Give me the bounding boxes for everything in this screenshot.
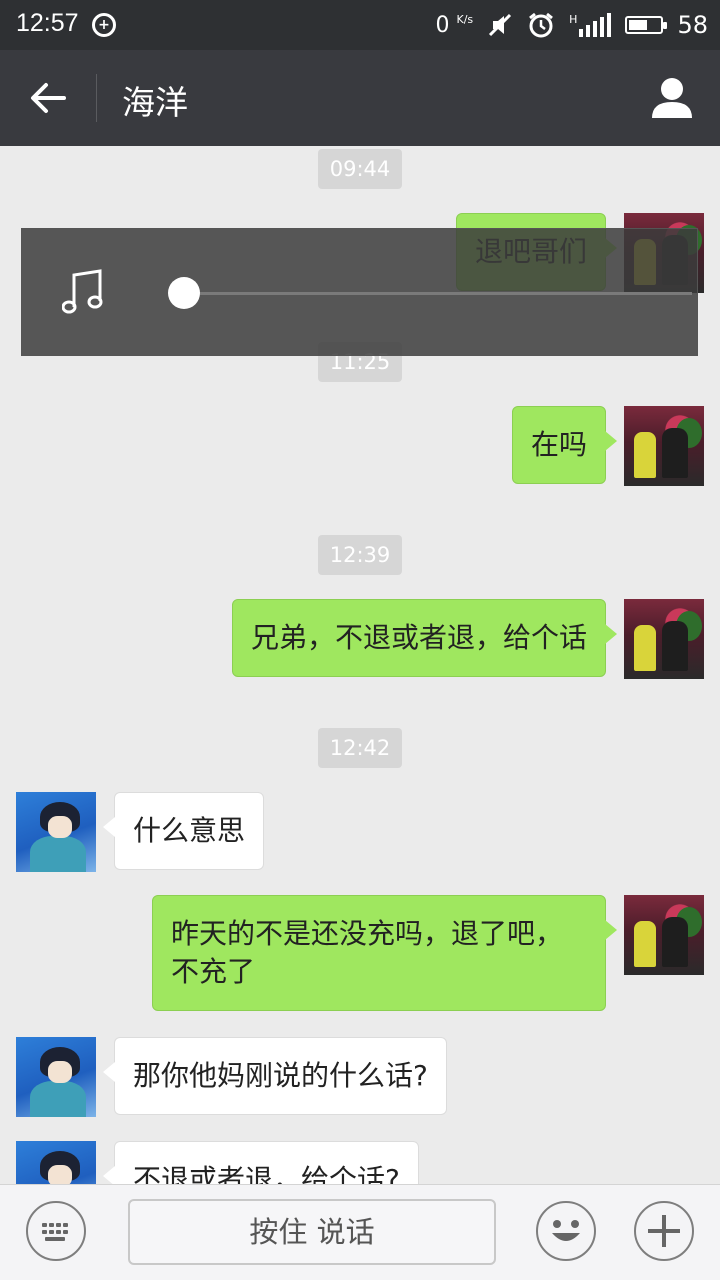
emoji-button[interactable]	[536, 1201, 596, 1261]
avatar[interactable]	[16, 1037, 96, 1117]
message-received[interactable]: 那你他妈刚说的什么话?	[103, 1037, 447, 1115]
message-sent[interactable]: 在吗	[511, 406, 618, 484]
playback-track[interactable]	[172, 292, 692, 295]
playback-slider-handle[interactable]	[168, 277, 200, 309]
keyboard-icon	[42, 1223, 68, 1241]
chat-header: 海洋	[0, 50, 720, 146]
status-bar: 12:57 + 0 K/s H 58	[0, 0, 720, 50]
music-note-icon[interactable]	[62, 267, 106, 317]
battery-level: 58	[677, 11, 708, 39]
timestamp: 09:44	[318, 149, 402, 189]
header-divider	[96, 74, 97, 122]
timestamp: 12:39	[318, 535, 402, 575]
back-arrow-icon[interactable]	[26, 76, 70, 120]
music-player-overlay[interactable]	[21, 228, 698, 356]
status-icons: 0 K/s H 58	[436, 10, 708, 40]
status-time: 12:57	[16, 9, 79, 37]
avatar[interactable]	[624, 599, 704, 679]
signal-icon: H	[569, 13, 612, 37]
message-sent[interactable]: 昨天的不是还没充吗，退了吧，不充了	[152, 895, 617, 1011]
input-bar: 按住 说话	[0, 1184, 720, 1280]
chat-title: 海洋	[122, 83, 188, 122]
net-speed: 0 K/s	[435, 12, 474, 38]
battery-icon	[625, 16, 668, 34]
keyboard-toggle-button[interactable]	[26, 1201, 86, 1261]
mute-icon	[489, 13, 512, 37]
avatar[interactable]	[16, 792, 96, 872]
person-icon[interactable]	[648, 74, 696, 122]
emoji-icon	[552, 1220, 580, 1241]
message-received[interactable]: 什么意思	[102, 792, 265, 870]
message-received[interactable]: 不退或者退，给个话?	[103, 1141, 419, 1184]
avatar[interactable]	[624, 406, 704, 486]
avatar[interactable]	[16, 1141, 96, 1184]
plus-icon	[648, 1215, 680, 1247]
more-options-button[interactable]	[634, 1201, 694, 1261]
notification-icon: +	[92, 13, 116, 37]
hold-to-talk-button[interactable]: 按住 说话	[128, 1199, 496, 1265]
message-sent[interactable]: 兄弟，不退或者退，给个话	[231, 599, 618, 677]
avatar[interactable]	[624, 895, 704, 975]
timestamp: 12:42	[318, 728, 402, 768]
alarm-icon	[529, 12, 554, 38]
